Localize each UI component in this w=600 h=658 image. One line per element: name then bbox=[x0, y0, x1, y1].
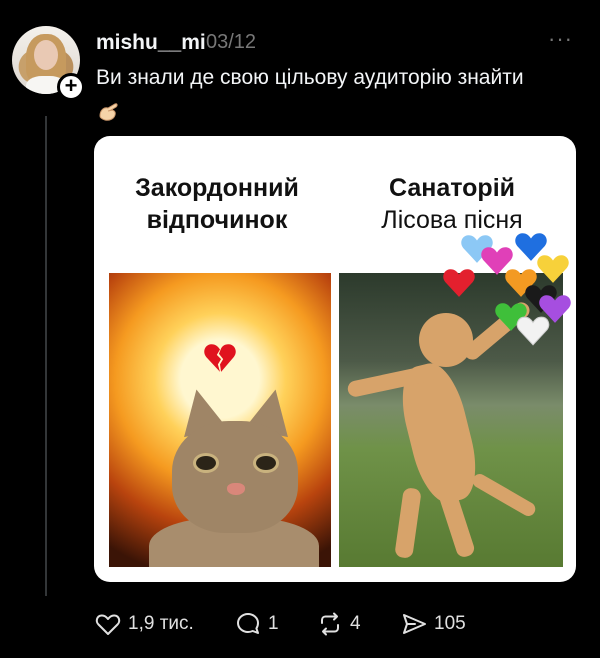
action-bar: 1,9 тис. 1 4 105 bbox=[94, 608, 574, 640]
meme-right-title-line1: Санаторій bbox=[388, 174, 516, 202]
dancing-cat-tail bbox=[470, 471, 538, 519]
dancing-cat-leg-left bbox=[394, 487, 422, 559]
like-count: 1,9 тис. bbox=[128, 613, 194, 634]
avatar-face bbox=[34, 40, 58, 70]
cat-eye-left bbox=[193, 453, 219, 473]
repost-count: 4 bbox=[350, 613, 361, 634]
pinching-hand-emoji-icon bbox=[96, 98, 122, 124]
dancing-cat-head bbox=[419, 313, 473, 367]
username[interactable]: mishu__mi bbox=[96, 31, 206, 55]
cat-head bbox=[172, 421, 298, 533]
share-button[interactable]: 105 bbox=[400, 608, 466, 640]
yellow-heart-icon bbox=[536, 252, 570, 286]
broken-heart-icon bbox=[203, 341, 237, 375]
send-icon bbox=[403, 614, 426, 634]
meme-right-title: Санаторій Лісова пісня bbox=[337, 172, 567, 236]
more-options-icon[interactable]: ··· bbox=[548, 26, 573, 52]
heart-icon bbox=[95, 614, 121, 635]
purple-heart-icon bbox=[538, 292, 572, 326]
cat-nose bbox=[227, 483, 245, 495]
cat-eye-right bbox=[253, 453, 279, 473]
explosion-cat-photo bbox=[109, 273, 331, 567]
post-date: 03/12 bbox=[206, 31, 257, 53]
post-image[interactable]: Закордонний відпочинок Санаторій Лісова … bbox=[94, 136, 576, 582]
repost-icon bbox=[321, 612, 339, 636]
post-caption: Ви знали де свою цільову аудиторію знайт… bbox=[96, 66, 524, 89]
meme-left-title: Закордонний відпочинок bbox=[135, 174, 299, 234]
comment-icon bbox=[237, 613, 259, 634]
follow-plus-button[interactable]: + bbox=[57, 73, 85, 101]
reply-count: 1 bbox=[268, 613, 279, 634]
like-button[interactable]: 1,9 тис. bbox=[94, 608, 194, 640]
reply-button[interactable]: 1 bbox=[234, 608, 279, 640]
share-count: 105 bbox=[434, 613, 466, 634]
red-heart-icon bbox=[442, 266, 476, 300]
thread-line bbox=[45, 116, 47, 596]
repost-button[interactable]: 4 bbox=[316, 608, 361, 640]
